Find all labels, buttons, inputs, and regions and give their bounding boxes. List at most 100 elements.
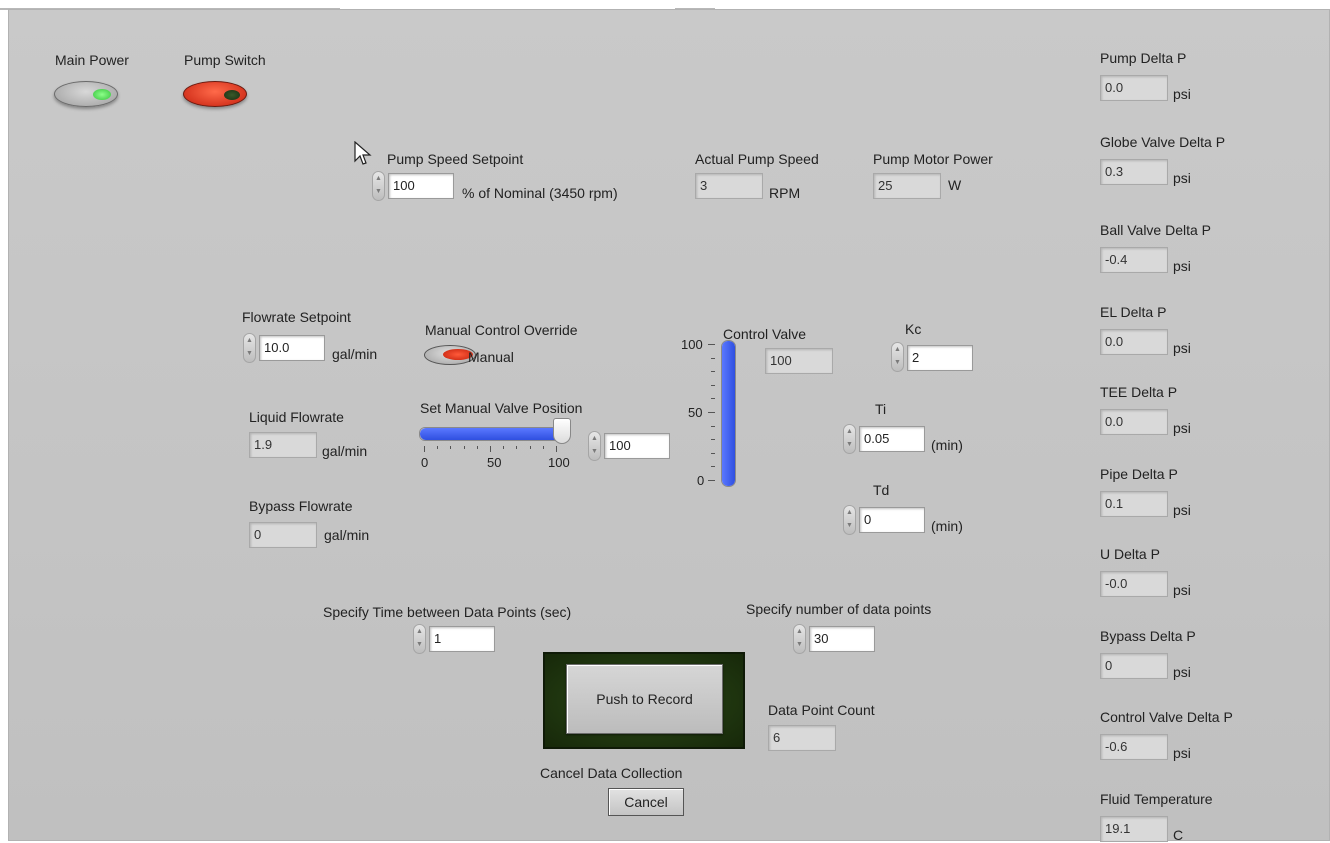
bypass-flowrate-unit: gal/min	[324, 527, 370, 543]
slider-tick-mark	[490, 446, 491, 452]
td-spinner[interactable]: ▲ ▼	[843, 505, 856, 535]
valve-position-slider-fill	[420, 428, 562, 440]
valve-position-input[interactable]: 100	[604, 433, 670, 459]
pump-switch-label: Pump Switch	[184, 52, 266, 68]
cancel-button[interactable]: Cancel	[608, 788, 684, 816]
reading-label: EL Delta P	[1100, 304, 1167, 320]
pump-indicator-light	[224, 90, 240, 100]
pump-speed-setpoint-label: Pump Speed Setpoint	[387, 151, 524, 167]
cancel-collection-label: Cancel Data Collection	[540, 765, 683, 781]
control-valve-display: 100	[765, 348, 833, 374]
valve-position-slider-thumb[interactable]	[553, 418, 571, 444]
slider-tick-mark	[503, 446, 505, 449]
valve-scale-label: 0	[697, 473, 705, 488]
push-to-record-label: Push to Record	[596, 691, 693, 707]
slider-tick-mark	[476, 446, 478, 449]
reading-unit: psi	[1173, 340, 1191, 356]
reading-value: 0.0	[1100, 75, 1168, 101]
reading-label: Globe Valve Delta P	[1100, 134, 1226, 150]
reading-value: -0.0	[1100, 571, 1168, 597]
reading-label: U Delta P	[1100, 546, 1160, 562]
flowrate-setpoint-spinner[interactable]: ▲ ▼	[243, 333, 256, 363]
control-valve-bar-fill	[722, 341, 735, 486]
slider-tick-mark	[516, 446, 518, 449]
reading-value: 0.0	[1100, 409, 1168, 435]
data-point-count-label: Data Point Count	[768, 702, 875, 718]
reading-unit: psi	[1173, 258, 1191, 274]
slider-tick-mark	[529, 446, 531, 449]
td-unit: (min)	[931, 518, 963, 534]
reading-value: -0.4	[1100, 247, 1168, 273]
actual-pump-speed-unit: RPM	[769, 185, 801, 201]
pump-motor-power-unit: W	[948, 177, 962, 193]
reading-label: Control Valve Delta P	[1100, 709, 1233, 725]
reading-label: Pump Delta P	[1100, 50, 1187, 66]
kc-input[interactable]: 2	[907, 345, 973, 371]
valve-position-slider-track[interactable]	[419, 427, 563, 441]
valve-scale-tick	[711, 371, 715, 373]
reading-unit: psi	[1173, 86, 1191, 102]
bypass-flowrate-label: Bypass Flowrate	[249, 498, 353, 514]
valve-scale-label: 100	[681, 337, 703, 352]
valve-scale-tick	[711, 384, 715, 386]
valve-scale-tick	[711, 439, 715, 441]
liquid-flowrate-unit: gal/min	[322, 443, 368, 459]
reading-value: 0.0	[1100, 329, 1168, 355]
valve-scale-tick	[711, 466, 715, 468]
ti-label: Ti	[875, 401, 887, 417]
valve-scale-label: 50	[688, 405, 703, 420]
liquid-flowrate-label: Liquid Flowrate	[249, 409, 344, 425]
push-to-record-button[interactable]: Push to Record	[566, 664, 723, 734]
slider-tick-mark	[463, 446, 465, 449]
pump-speed-setpoint-unit: % of Nominal (3450 rpm)	[462, 185, 618, 201]
valve-scale-tick	[708, 412, 715, 413]
valve-scale-tick	[711, 357, 715, 359]
num-points-input[interactable]: 30	[809, 626, 875, 652]
actual-pump-speed-label: Actual Pump Speed	[695, 151, 819, 167]
slider-tick-label: 0	[421, 455, 429, 470]
manual-override-state: Manual	[468, 349, 514, 365]
liquid-flowrate-display: 1.9	[249, 432, 317, 458]
num-points-spinner[interactable]: ▲ ▼	[793, 624, 806, 654]
valve-scale-tick	[711, 398, 715, 400]
kc-spinner[interactable]: ▲ ▼	[891, 342, 904, 372]
valve-scale-tick	[711, 452, 715, 454]
flowrate-setpoint-label: Flowrate Setpoint	[242, 309, 351, 325]
ti-spinner[interactable]: ▲ ▼	[843, 424, 856, 454]
flowrate-setpoint-unit: gal/min	[332, 346, 378, 362]
bypass-flowrate-display: 0	[249, 522, 317, 548]
reading-unit: psi	[1173, 582, 1191, 598]
reading-unit: psi	[1173, 170, 1191, 186]
cancel-button-label: Cancel	[624, 794, 668, 810]
valve-position-spinner[interactable]: ▲ ▼	[588, 431, 601, 461]
slider-tick-mark	[556, 446, 557, 452]
valve-scale-tick	[708, 480, 715, 481]
pump-motor-power-display: 25	[873, 173, 941, 199]
reading-unit: psi	[1173, 664, 1191, 680]
valve-scale-tick	[708, 344, 715, 345]
pump-speed-spinner[interactable]: ▲ ▼	[372, 171, 385, 201]
data-point-count-display: 6	[768, 725, 836, 751]
front-panel: Main Power Pump Switch Pump Speed Setpoi…	[8, 9, 1330, 843]
reading-label: TEE Delta P	[1100, 384, 1178, 400]
record-button-frame: Push to Record	[543, 652, 745, 749]
mouse-cursor-icon	[354, 141, 372, 165]
td-input[interactable]: 0	[859, 507, 925, 533]
pump-switch-toggle[interactable]	[183, 81, 247, 107]
td-label: Td	[873, 482, 890, 498]
flowrate-setpoint-input[interactable]: 10.0	[259, 335, 325, 361]
reading-value: -0.6	[1100, 734, 1168, 760]
reading-value: 0	[1100, 653, 1168, 679]
time-between-spinner[interactable]: ▲ ▼	[413, 624, 426, 654]
reading-label: Bypass Delta P	[1100, 628, 1196, 644]
main-power-label: Main Power	[55, 52, 129, 68]
time-between-input[interactable]: 1	[429, 626, 495, 652]
reading-value: 0.3	[1100, 159, 1168, 185]
pump-speed-setpoint-input[interactable]: 100	[388, 173, 454, 199]
time-between-label: Specify Time between Data Points (sec)	[323, 604, 572, 620]
slider-tick-label: 100	[548, 455, 570, 470]
reading-value: 19.1	[1100, 816, 1168, 842]
ti-input[interactable]: 0.05	[859, 426, 925, 452]
main-power-toggle[interactable]	[54, 81, 118, 107]
reading-unit: psi	[1173, 502, 1191, 518]
